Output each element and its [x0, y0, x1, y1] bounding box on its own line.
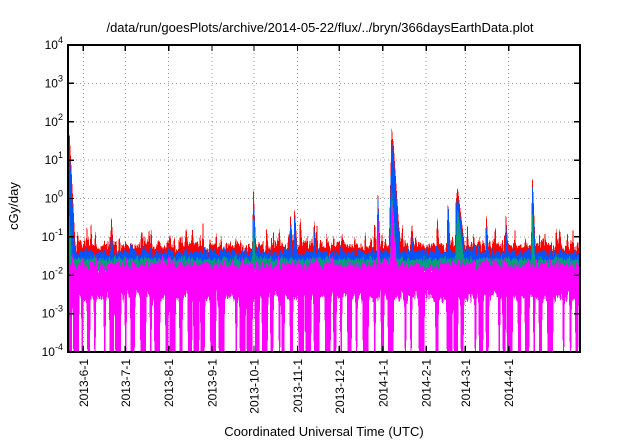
x-tick-label: 2014-2-1 — [420, 359, 434, 407]
y-tick-label: 10-1 — [42, 227, 63, 244]
x-tick-label: 2013-6-1 — [77, 359, 91, 407]
x-tick-label: 2013-12-1 — [333, 359, 347, 414]
y-tick-label: 101 — [45, 150, 63, 167]
y-tick-label: 10-4 — [42, 342, 63, 359]
chart: /data/run/goesPlots/archive/2014-05-22/f… — [0, 0, 640, 448]
y-tick-label: 102 — [45, 112, 63, 129]
plot-svg: 2013-6-1 2013-7-1 2013-8-1 2013-9-1 2013-10-… — [0, 0, 640, 448]
x-tick-label: 2014-1-1 — [376, 359, 390, 407]
x-tick-label: 2013-8-1 — [162, 359, 176, 407]
y-tick-label: 10-3 — [42, 304, 63, 321]
x-tick-label: 2013-9-1 — [206, 359, 220, 407]
y-tick-label: 103 — [45, 73, 63, 90]
y-tick-label: 104 — [45, 35, 63, 52]
series-red — [68, 129, 580, 264]
x-tick-label: 2013-10-1 — [248, 359, 262, 414]
x-tick-label: 2013-7-1 — [119, 359, 133, 407]
x-tick-label: 2013-11-1 — [291, 359, 305, 413]
y-tick-label: 100 — [45, 189, 63, 206]
x-tick-label: 2014-4-1 — [502, 359, 516, 407]
x-tick-label: 2014-3-1 — [459, 359, 473, 407]
series-magenta — [68, 202, 580, 352]
y-tick-label: 10-2 — [42, 265, 63, 282]
